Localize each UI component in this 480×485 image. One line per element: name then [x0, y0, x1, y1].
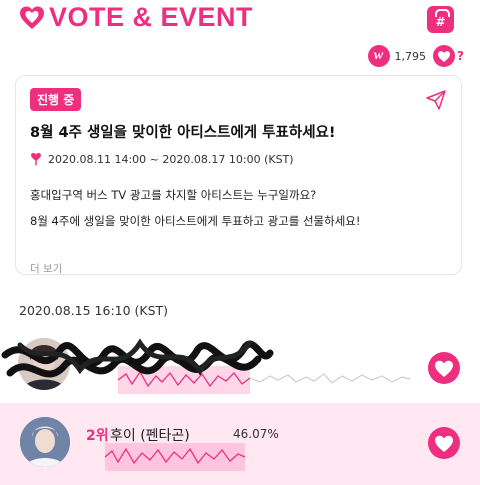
artist-name: 후이 (펜타곤) — [110, 428, 190, 444]
event-period: 2020.08.11 14:00 ~ 2020.08.17 10:00 (KST… — [30, 152, 294, 166]
event-period-text: 2020.08.11 14:00 ~ 2020.08.17 10:00 (KST… — [48, 152, 294, 166]
points-bar: w 1,795 ? — [367, 44, 464, 68]
share-icon[interactable] — [425, 89, 447, 111]
hashtag-button[interactable]: # — [427, 6, 454, 33]
rank-label: 2위 — [86, 428, 109, 444]
avatar — [20, 417, 70, 467]
event-card: 진행 중 8월 4주 생일을 맞이한 아티스트에게 투표하세요! 2020.08… — [15, 75, 462, 275]
event-title: 8월 4주 생일을 맞이한 아티스트에게 투표하세요! — [30, 125, 336, 141]
description-line: 홍대입구역 버스 TV 광고를 차지할 아티스트는 누구일까요? — [30, 188, 317, 202]
heart-help-icon[interactable] — [433, 45, 456, 67]
more-link[interactable]: 더 보기 — [30, 261, 62, 276]
ranking-row-highlighted: 2위 후이 (펜타곤) 46.07% — [0, 403, 480, 485]
page-title: VOTE & EVENT — [49, 2, 254, 32]
heart-logo-icon — [20, 6, 44, 29]
w-coin-icon: w — [367, 45, 390, 67]
heart-pin-icon — [31, 153, 41, 166]
help-icon[interactable]: ? — [457, 49, 464, 63]
points-count: 1,795 — [394, 49, 427, 63]
vote-button[interactable] — [428, 427, 460, 459]
header: VOTE & EVENT # — [0, 0, 480, 38]
ranking-timestamp: 2020.08.15 16:10 (KST) — [19, 303, 169, 318]
description-line: 8월 4주에 생일을 맞이한 아티스트에게 투표하고 광고를 선물하세요! — [30, 214, 361, 228]
vote-button[interactable] — [428, 352, 460, 384]
status-badge: 진행 중 — [30, 88, 82, 111]
hashtag-icon: # — [435, 14, 446, 29]
redaction-scribble — [1, 338, 274, 378]
vote-percent: 46.07% — [233, 427, 279, 441]
event-description: 홍대입구역 버스 TV 광고를 차지할 아티스트는 누구일까요? 8월 4주에 … — [30, 182, 361, 234]
vote-trend-wave — [104, 443, 246, 471]
